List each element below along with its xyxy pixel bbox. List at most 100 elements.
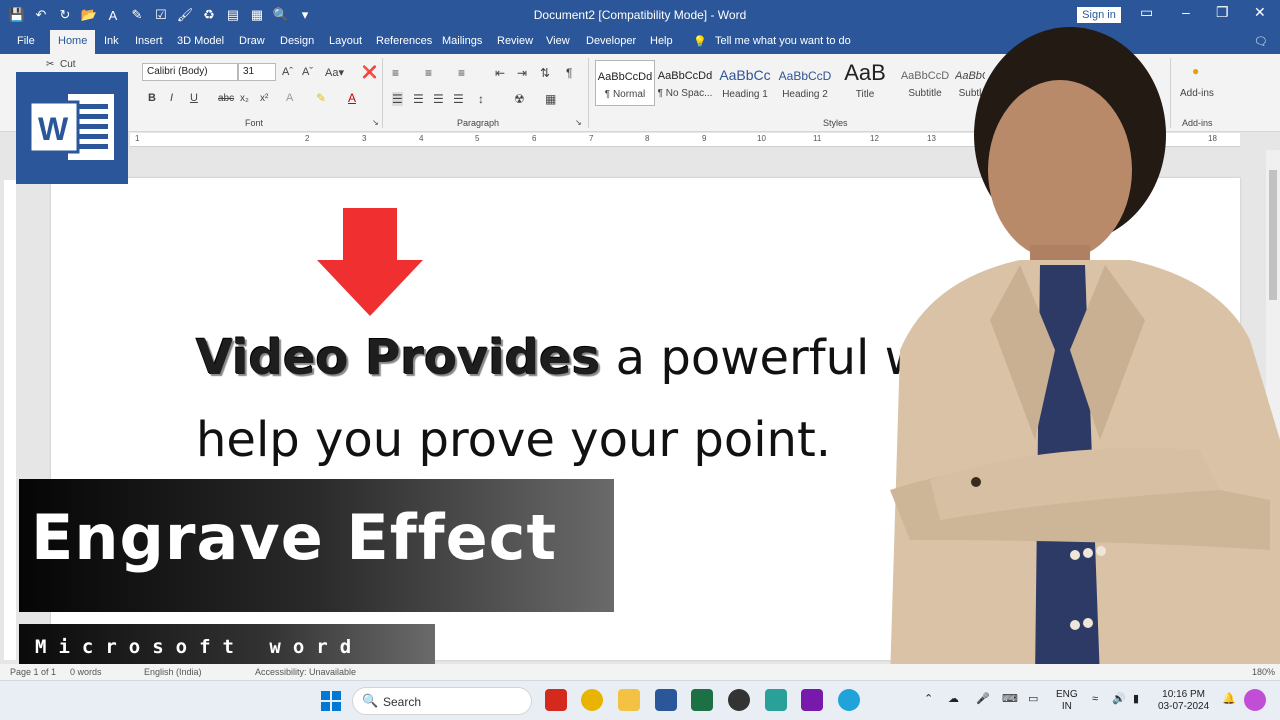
align-center-icon[interactable]: ☰ <box>413 92 424 106</box>
clock[interactable]: 10:16 PM 03-07-2024 <box>1158 689 1209 713</box>
decrease-indent-icon[interactable]: ⇤ <box>495 66 505 80</box>
document-line-1[interactable]: Video Provides a powerful w <box>196 330 924 386</box>
cut-label[interactable]: Cut <box>60 59 76 70</box>
obs-icon[interactable] <box>728 689 750 711</box>
minimize-icon[interactable]: – <box>1182 4 1190 20</box>
ruler-number: 11 <box>813 134 822 143</box>
accessibility-status[interactable]: Accessibility: Unavailable <box>255 667 356 677</box>
start-icon[interactable] <box>321 691 341 711</box>
tab-references[interactable]: References <box>376 35 432 47</box>
pilcrow-icon[interactable]: ¶ <box>566 66 572 80</box>
justify-icon[interactable]: ☰ <box>453 92 464 106</box>
tab-file[interactable]: File <box>17 35 35 47</box>
excel-app-icon[interactable] <box>691 689 713 711</box>
paragraph-dialog-launcher-icon[interactable]: ↘ <box>575 118 582 127</box>
numbering-icon[interactable]: ≡ <box>425 66 432 80</box>
style-heading-2[interactable]: AaBbCcD Heading 2 <box>775 60 835 106</box>
increase-indent-icon[interactable]: ⇥ <box>517 66 527 80</box>
language-status[interactable]: English (India) <box>144 667 202 677</box>
ruler-number: 6 <box>532 134 537 143</box>
tell-me-search[interactable]: Tell me what you want to do <box>715 35 851 47</box>
battery-icon[interactable]: ▮ <box>1133 693 1139 705</box>
align-right-icon[interactable]: ☰ <box>433 92 444 106</box>
tab-layout[interactable]: Layout <box>329 35 362 47</box>
edge-icon[interactable] <box>838 689 860 711</box>
divider <box>588 58 589 128</box>
word-app-icon[interactable] <box>655 689 677 711</box>
text-effects-icon[interactable]: A <box>286 92 293 104</box>
bold-icon[interactable]: B <box>148 92 156 104</box>
change-case-icon[interactable]: Aa▾ <box>325 66 344 79</box>
wifi-icon[interactable]: ≈ <box>1092 693 1098 705</box>
shading-icon[interactable]: ☢ <box>514 92 525 106</box>
align-left-icon[interactable]: ☰ <box>392 92 403 106</box>
display-icon[interactable]: ▭ <box>1028 693 1038 705</box>
font-dialog-launcher-icon[interactable]: ↘ <box>372 118 379 127</box>
tab-ink[interactable]: Ink <box>104 35 119 47</box>
ruler-number: 9 <box>702 134 707 143</box>
page-count[interactable]: Page 1 of 1 <box>10 667 56 677</box>
style-normal[interactable]: AaBbCcDd ¶ Normal <box>595 60 655 106</box>
banner-title: Engrave Effect <box>31 501 558 574</box>
ribbon-display-icon[interactable]: ▭ <box>1140 4 1153 21</box>
highlight-icon[interactable]: ✎ <box>316 91 326 105</box>
grow-font-icon[interactable]: Aˆ <box>282 66 293 78</box>
copilot-icon[interactable] <box>1244 689 1266 711</box>
tab-review[interactable]: Review <box>497 35 533 47</box>
keyboard-icon[interactable]: ⌨ <box>1002 693 1018 705</box>
chrome-icon[interactable] <box>581 689 603 711</box>
microphone-icon[interactable]: 🎤 <box>976 693 990 705</box>
presenter-photo <box>890 27 1280 680</box>
ruler-number: 3 <box>362 134 367 143</box>
tab-3d-model[interactable]: 3D Model <box>177 35 224 47</box>
cut-icon[interactable]: ✂ <box>46 59 54 70</box>
multilevel-list-icon[interactable]: ≡ <box>458 66 465 80</box>
font-name-select[interactable]: Calibri (Body) <box>142 63 238 81</box>
word-count[interactable]: 0 words <box>70 667 102 677</box>
subscript-icon[interactable]: x₂ <box>240 93 249 104</box>
word-logo: W <box>16 72 128 184</box>
underline-icon[interactable]: U <box>190 92 198 104</box>
bullets-icon[interactable]: ≡ <box>392 66 399 80</box>
maximize-icon[interactable]: ❐ <box>1216 4 1229 21</box>
pdf-app-icon[interactable] <box>545 689 567 711</box>
zoom-level[interactable]: 180% <box>1252 667 1275 677</box>
search-icon: 🔍 <box>362 693 379 708</box>
tab-help[interactable]: Help <box>650 35 673 47</box>
volume-icon[interactable]: 🔊 <box>1112 693 1126 705</box>
close-icon[interactable]: ✕ <box>1254 4 1266 21</box>
cloud-icon[interactable]: ☁ <box>948 693 959 705</box>
italic-icon[interactable]: I <box>170 92 173 104</box>
strikethrough-icon[interactable]: abc <box>218 93 234 104</box>
tab-design[interactable]: Design <box>280 35 314 47</box>
snipping-tool-icon[interactable] <box>765 689 787 711</box>
borders-icon[interactable]: ▦ <box>545 92 556 106</box>
banner-subtitle: Microsoft word <box>35 636 364 658</box>
line-spacing-icon[interactable]: ↕ <box>478 92 484 106</box>
onenote-icon[interactable] <box>801 689 823 711</box>
taskbar-search[interactable]: 🔍 Search <box>352 687 532 715</box>
tab-view[interactable]: View <box>546 35 570 47</box>
input-language[interactable]: ENG IN <box>1056 689 1078 713</box>
chevron-up-icon[interactable]: ⌃ <box>924 693 933 705</box>
tab-mailings[interactable]: Mailings <box>442 35 482 47</box>
tab-insert[interactable]: Insert <box>135 35 163 47</box>
styles-group-label: Styles <box>823 118 848 128</box>
tab-home[interactable]: Home <box>50 30 96 54</box>
style-heading-1[interactable]: AaBbCc Heading 1 <box>715 60 775 106</box>
shrink-font-icon[interactable]: Aˇ <box>302 66 313 78</box>
clear-format-icon[interactable]: ❌ <box>362 65 377 79</box>
document-line-2[interactable]: help you prove your point. <box>196 412 831 468</box>
tab-developer[interactable]: Developer <box>586 35 636 47</box>
engraved-text[interactable]: Video Provides <box>196 330 600 386</box>
ruler-number: 4 <box>419 134 424 143</box>
superscript-icon[interactable]: x² <box>260 93 268 104</box>
file-explorer-icon[interactable] <box>618 689 640 711</box>
font-color-icon[interactable]: A <box>348 91 356 105</box>
tab-draw[interactable]: Draw <box>239 35 265 47</box>
notification-bell-icon[interactable]: 🔔 <box>1222 693 1236 705</box>
style-no-spacing[interactable]: AaBbCcDd ¶ No Spac... <box>655 60 715 106</box>
sort-icon[interactable]: ⇅ <box>540 66 550 80</box>
font-size-select[interactable]: 31 <box>238 63 276 81</box>
vertical-ruler[interactable] <box>4 180 16 660</box>
